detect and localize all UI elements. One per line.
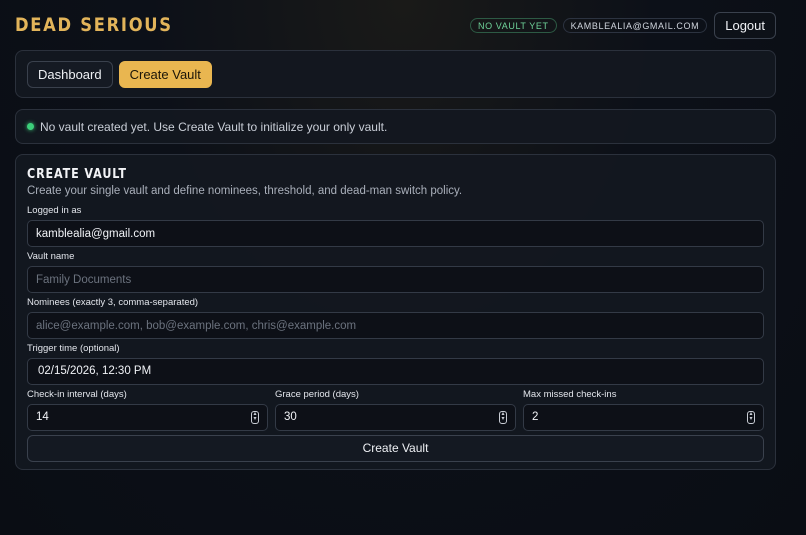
create-vault-submit-button[interactable]: Create Vault (27, 435, 764, 462)
user-email-badge: KAMBLEALIA@GMAIL.COM (562, 18, 708, 33)
grace-label: Grace period (days) (275, 389, 359, 400)
logged-in-field[interactable] (27, 220, 764, 247)
trigger-time-value: 02/15/2026, 12:30 PM (38, 365, 152, 377)
create-vault-tab-button[interactable]: Create Vault (118, 61, 212, 88)
checkin-label: Check-in interval (days) (27, 389, 127, 400)
notice-text: No vault created yet. Use Create Vault t… (40, 119, 388, 134)
missed-column: Max missed check-ins 2 ▴ ▾ (523, 389, 764, 431)
notice-banner: No vault created yet. Use Create Vault t… (15, 109, 776, 144)
status-dot-icon (27, 123, 34, 130)
vault-name-label: Vault name (27, 251, 75, 262)
logout-button[interactable]: Logout (714, 12, 776, 39)
checkin-column: Check-in interval (days) 14 ▴ ▾ (27, 389, 268, 431)
brand-logo: DEAD SERIOUS (15, 14, 173, 36)
grace-input[interactable]: 30 ▴ ▾ (275, 404, 516, 431)
checkin-input[interactable]: 14 ▴ ▾ (27, 404, 268, 431)
nav-panel: Dashboard Create Vault (15, 50, 776, 98)
vault-status-badge: NO VAULT YET (470, 18, 557, 33)
trigger-time-input[interactable]: 02/15/2026, 12:30 PM (27, 358, 764, 385)
dashboard-button[interactable]: Dashboard (27, 61, 113, 88)
missed-input[interactable]: 2 ▴ ▾ (523, 404, 764, 431)
grace-column: Grace period (days) 30 ▴ ▾ (275, 389, 516, 431)
checkin-value: 14 (36, 411, 49, 423)
grace-value: 30 (284, 411, 297, 423)
stepper-arrows-icon[interactable]: ▴ ▾ (251, 411, 259, 424)
stepper-arrows-icon[interactable]: ▴ ▾ (499, 411, 507, 424)
top-right-group: NO VAULT YET KAMBLEALIA@GMAIL.COM Logout (470, 12, 776, 39)
form-title: CREATE VAULT (27, 167, 127, 182)
nominees-label: Nominees (exactly 3, comma-separated) (27, 297, 199, 308)
trigger-time-label: Trigger time (optional) (27, 343, 120, 354)
top-bar: DEAD SERIOUS NO VAULT YET KAMBLEALIA@GMA… (15, 12, 776, 42)
missed-value: 2 (532, 411, 539, 423)
stepper-arrows-icon[interactable]: ▴ ▾ (747, 411, 755, 424)
create-vault-form: CREATE VAULT Create your single vault an… (15, 154, 776, 470)
form-subtitle: Create your single vault and define nomi… (27, 185, 463, 197)
nominees-input[interactable] (27, 312, 764, 339)
logged-in-label: Logged in as (27, 205, 82, 216)
missed-label: Max missed check-ins (523, 389, 617, 400)
policy-row: Check-in interval (days) 14 ▴ ▾ Grace per… (27, 389, 764, 431)
vault-name-input[interactable] (27, 266, 764, 293)
